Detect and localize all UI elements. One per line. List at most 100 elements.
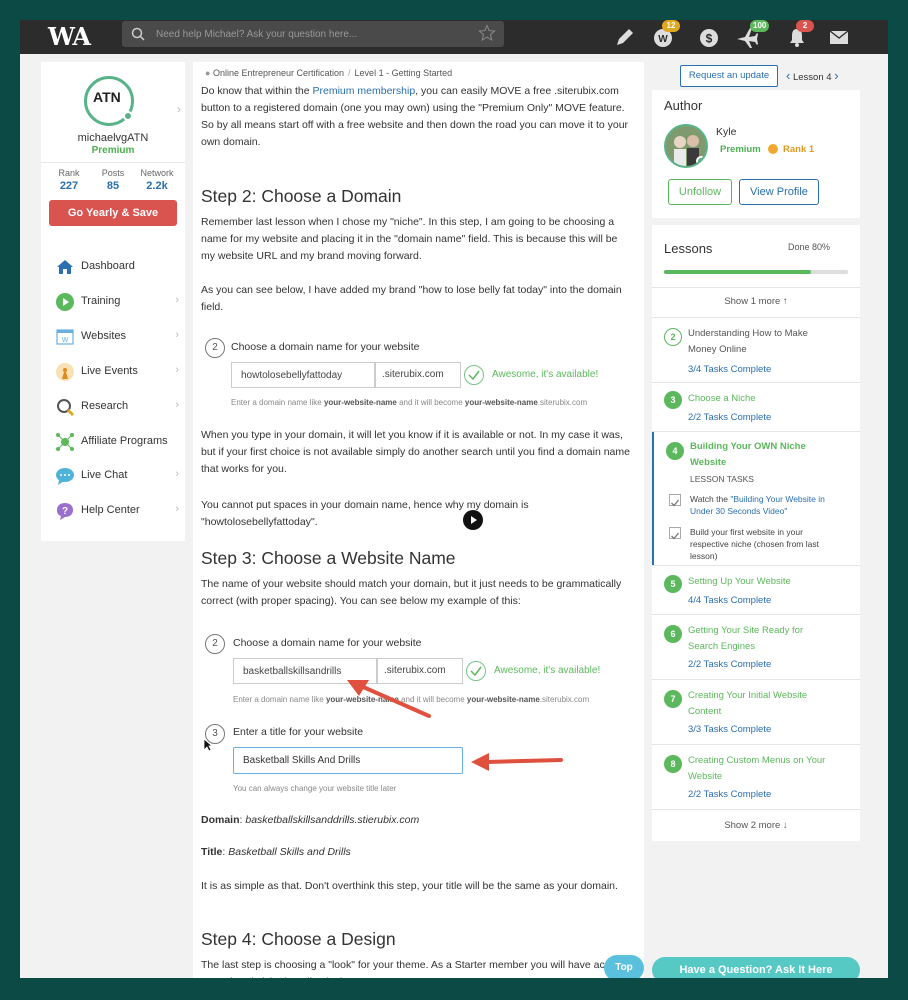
divider [41, 162, 185, 163]
step2-paragraph-4: You cannot put spaces in your domain nam… [201, 499, 529, 528]
lesson-number: 8 [664, 755, 682, 773]
sidebar-item-label: Live Chat [81, 469, 128, 481]
lesson-item[interactable]: 8 Creating Custom Menus on Your Website … [652, 745, 860, 809]
wallet-menu[interactable]: W 12 [650, 20, 680, 50]
lesson-item[interactable]: 7 Creating Your Initial Website Content … [652, 680, 860, 744]
stat-label: Network [140, 168, 174, 178]
sidebar-item-websites[interactable]: W Websites › [41, 323, 185, 351]
wa-logo[interactable]: WA [48, 22, 110, 52]
sidebar-item-research[interactable]: Research › [41, 393, 185, 421]
author-rank: Rank 1 [783, 144, 815, 155]
divider [652, 809, 860, 810]
rank-icon [768, 144, 778, 154]
chevron-left-icon[interactable]: ‹ [786, 68, 790, 83]
domain-value: howtolosebellyfattoday [241, 370, 343, 381]
video-play-button[interactable] [463, 510, 483, 530]
chevron-right-icon[interactable]: › [177, 102, 181, 116]
author-name[interactable]: Kyle [716, 126, 736, 138]
author-card: Author Kyle Premium Rank 1 Unfollow View… [652, 90, 860, 218]
website-title-input-image: Basketball Skills And Drills [233, 747, 463, 774]
view-profile-button[interactable]: View Profile [739, 179, 819, 205]
task-checkbox[interactable] [669, 527, 681, 540]
flights-menu[interactable]: 100 [734, 20, 770, 50]
show-more-bottom[interactable]: Show 2 more ↓ [652, 820, 860, 831]
divider [652, 287, 860, 288]
username[interactable]: michaelvgATN [41, 132, 185, 144]
lesson-label: Lesson 4 [792, 72, 832, 83]
step3-paragraph-2: It is as simple as that. Don't overthink… [201, 880, 618, 892]
text: .siterubix.com [539, 695, 590, 704]
check-icon [671, 532, 680, 540]
lesson-title: Creating Your Initial Website Content [688, 690, 808, 717]
lesson-tasks: 2/2 Tasks Complete [688, 789, 772, 800]
star-icon[interactable] [478, 24, 496, 42]
sidebar-item-label: Dashboard [81, 260, 135, 272]
sidebar-item-help-center[interactable]: ? Help Center › [41, 497, 185, 525]
step3-paragraph-1: The name of your website should match yo… [201, 578, 622, 607]
breadcrumb-item[interactable]: Online Entrepreneur Certification [213, 68, 344, 78]
sidebar-item-live-events[interactable]: Live Events › [41, 358, 185, 386]
lessons-progress-bar [664, 270, 848, 274]
lesson-tasks: 3/4 Tasks Complete [688, 364, 772, 375]
field-title: Enter a title for your website [233, 726, 364, 738]
pencil-icon[interactable] [612, 24, 638, 50]
author-title: Author [664, 98, 703, 113]
request-update-button[interactable]: Request an update [680, 65, 778, 87]
stat-rank[interactable]: Rank 227 [45, 168, 93, 192]
app-frame: WA W 12 $ 100 2 ATN › michaelvgATN Premi… [20, 20, 888, 978]
step-number: 2 [205, 338, 225, 358]
lesson-number: 3 [664, 391, 682, 409]
website-icon: W [56, 329, 74, 345]
unfollow-button[interactable]: Unfollow [668, 179, 732, 205]
play-icon [471, 516, 477, 524]
domain-value: basketballskillsandrills [243, 666, 342, 677]
profile-card: ATN › michaelvgATN Premium Rank 227 Post… [41, 62, 185, 258]
lesson-item[interactable]: 5 Setting Up Your Website 4/4 Tasks Comp… [652, 566, 860, 614]
dollar-icon[interactable]: $ [696, 24, 722, 50]
stat-posts[interactable]: Posts 85 [89, 168, 137, 192]
back-to-top-button[interactable]: Top [604, 955, 644, 978]
breadcrumb: ● Online Entrepreneur Certification / Leve… [205, 68, 453, 78]
chevron-right-icon: › [175, 503, 179, 515]
lesson-item[interactable]: 6 Getting Your Site Ready for Search Eng… [652, 615, 860, 679]
step-number: 2 [205, 634, 225, 654]
text: .siterubix.com [537, 398, 588, 407]
show-more-top[interactable]: Show 1 more ↑ [652, 296, 860, 307]
search-input[interactable] [156, 25, 466, 43]
mail-icon[interactable] [826, 24, 852, 50]
stat-value: 2.2k [146, 180, 168, 192]
lesson-item-current[interactable]: 4 Building Your OWN Niche Website LESSON… [652, 432, 860, 565]
sidebar-nav: Dashboard Training › W Websites › Live E… [41, 237, 185, 541]
domain-hint: Enter a domain name like your-website-na… [231, 398, 587, 407]
ask-question-button[interactable]: Have a Question? Ask It Here [652, 957, 860, 978]
breadcrumb-item[interactable]: Level 1 - Getting Started [355, 68, 453, 78]
red-arrow-icon [471, 753, 563, 771]
check-icon [466, 661, 486, 681]
task-checkbox[interactable] [669, 494, 681, 507]
lesson-item[interactable]: 3 Choose a Niche 2/2 Tasks Complete [652, 383, 860, 431]
chevron-right-icon[interactable]: › [834, 68, 838, 83]
check-icon [464, 365, 484, 385]
avatar[interactable]: ATN [84, 76, 134, 126]
notifications-menu[interactable]: 2 [784, 20, 814, 50]
chevron-right-icon: › [175, 364, 179, 376]
lesson-title: Understanding How to Make Money Online [688, 328, 808, 355]
go-yearly-button[interactable]: Go Yearly & Save [49, 200, 177, 226]
step2-paragraph-1: Remember last lesson when I chose my "ni… [201, 216, 618, 262]
lesson-title: Choose a Niche [688, 393, 756, 404]
text: and it will become [396, 398, 465, 407]
search-bar[interactable] [122, 21, 504, 47]
sidebar-item-live-chat[interactable]: Live Chat › [41, 462, 185, 490]
domain-suffix: .siterubix.com [375, 362, 461, 388]
research-icon [57, 399, 75, 417]
notifications-badge: 2 [796, 20, 814, 32]
premium-membership-link[interactable]: Premium membership [312, 85, 415, 97]
sidebar-item-dashboard[interactable]: Dashboard [41, 253, 185, 281]
online-status-icon [696, 156, 706, 166]
sidebar-item-affiliate-programs[interactable]: Affiliate Programs [41, 428, 185, 456]
lesson-item[interactable]: 2 Understanding How to Make Money Online… [652, 318, 860, 382]
author-avatar[interactable] [664, 124, 708, 168]
sidebar-item-training[interactable]: Training › [41, 288, 185, 316]
text: Basketball Skills and Drills [228, 846, 351, 858]
stat-network[interactable]: Network 2.2k [133, 168, 181, 192]
